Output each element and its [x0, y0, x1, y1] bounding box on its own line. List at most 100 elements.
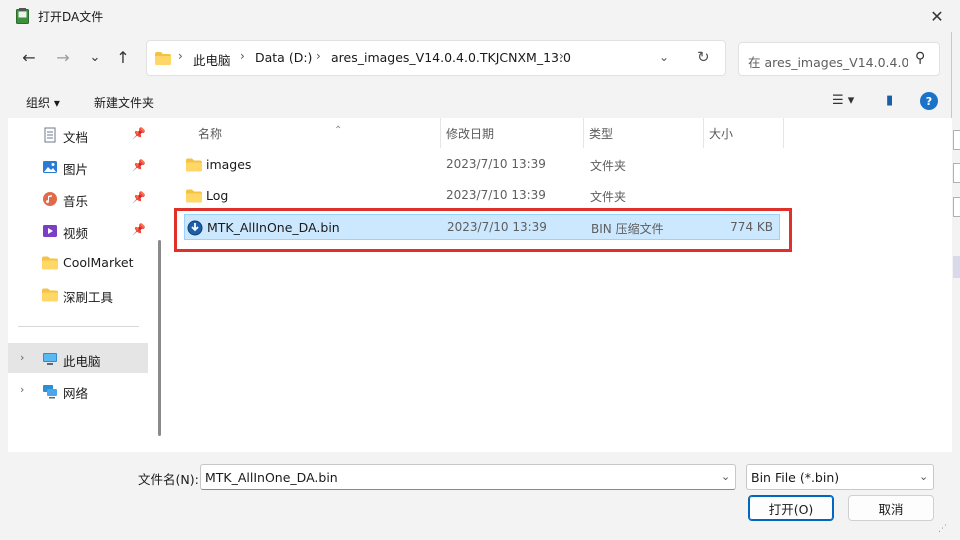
column-header-label: 大小	[709, 127, 734, 141]
app-icon	[16, 8, 29, 24]
file-type-filter[interactable]: Bin File (*.bin) ⌄	[746, 464, 934, 490]
pictures-icon	[43, 161, 57, 173]
resize-grip-icon[interactable]: ⋰	[938, 524, 947, 534]
open-button[interactable]: 打开(O)	[748, 495, 834, 521]
window-title: 打开DA文件	[38, 10, 104, 24]
navigation-scrollbar[interactable]	[156, 118, 164, 452]
filename-input[interactable]: MTK_AllInOne_DA.bin ⌄	[200, 464, 736, 490]
chevron-down-icon[interactable]: ⌄	[721, 470, 730, 483]
sidebar-item-label: 音乐	[63, 194, 89, 209]
network-icon	[43, 385, 57, 399]
chevron-right-icon[interactable]: ›	[20, 351, 24, 364]
file-date: 2023/7/10 13:39	[446, 188, 546, 202]
sidebar-item-label: 视频	[63, 226, 89, 241]
pin-icon: 📌	[132, 159, 146, 172]
column-header-type[interactable]: 类型	[583, 118, 703, 148]
file-type: 文件夹	[590, 190, 627, 204]
search-input[interactable]: 在 ares_images_V14.0.4.0... ⚲	[738, 42, 940, 76]
sidebar-item-network[interactable]: › 网络	[8, 375, 148, 405]
column-header-label: 名称	[198, 127, 223, 141]
document-icon	[44, 127, 56, 143]
sidebar-item-flash-tools[interactable]: 深刷工具	[8, 279, 148, 309]
sidebar-item-label: 深刷工具	[63, 290, 114, 305]
file-name: Log	[206, 188, 229, 203]
breadcrumb-separator: ›	[240, 49, 245, 63]
column-header-date[interactable]: 修改日期	[440, 118, 583, 148]
navigation-bar: ← → ⌄ ↑ › 此电脑 › Data (D:) › ares_images_…	[0, 36, 952, 80]
pin-icon: 📌	[132, 223, 146, 236]
background-field	[953, 256, 960, 278]
address-bar[interactable]: › 此电脑 › Data (D:) › ares_images_V14.0.4.…	[146, 40, 726, 76]
column-divider[interactable]	[783, 118, 784, 148]
sidebar-item-coolmarket[interactable]: CoolMarket	[8, 247, 148, 277]
sidebar-item-label: 图片	[63, 162, 89, 177]
preview-pane-icon[interactable]: ▮	[886, 93, 893, 108]
sidebar-item-label: 此电脑	[63, 354, 101, 369]
sidebar-item-label: 网络	[63, 386, 89, 401]
background-field	[953, 197, 960, 217]
folder-icon	[186, 189, 202, 203]
column-header-size[interactable]: 大小	[703, 118, 783, 148]
annotation-highlight-box	[174, 208, 792, 252]
folder-icon	[42, 256, 58, 270]
column-header-label: 类型	[589, 127, 614, 141]
breadcrumb-drive[interactable]: Data (D:)	[255, 50, 312, 65]
dialog-footer: 文件名(N): MTK_AllInOne_DA.bin ⌄ Bin File (…	[0, 452, 952, 540]
filename-value: MTK_AllInOne_DA.bin	[205, 470, 338, 485]
background-field	[953, 163, 960, 183]
new-folder-button[interactable]: 新建文件夹	[94, 94, 154, 111]
computer-icon	[43, 353, 57, 365]
filename-label: 文件名(N):	[138, 472, 199, 487]
organize-button[interactable]: 组织 ▾	[26, 94, 60, 111]
scrollbar-thumb[interactable]	[158, 240, 161, 436]
sidebar-divider	[18, 326, 139, 327]
view-options-icon[interactable]: ☰ ▾	[832, 93, 854, 108]
breadcrumb-separator: ›	[559, 49, 564, 63]
breadcrumb-this-pc[interactable]: 此电脑	[193, 50, 231, 69]
close-button[interactable]: ✕	[922, 2, 952, 30]
address-dropdown-icon[interactable]: ⌄	[659, 50, 669, 64]
breadcrumb-separator: ›	[316, 49, 321, 63]
sidebar-item-label: CoolMarket	[63, 255, 134, 270]
sidebar-item-label: 文档	[63, 130, 89, 145]
videos-icon	[43, 225, 57, 237]
sidebar-item-videos[interactable]: 视频 📌	[8, 215, 148, 245]
sidebar-item-music[interactable]: 音乐 📌	[8, 183, 148, 213]
help-icon[interactable]: ?	[920, 92, 938, 110]
command-bar: 组织 ▾ 新建文件夹 ☰ ▾ ▮ ?	[8, 88, 952, 118]
sidebar-item-pictures[interactable]: 图片 📌	[8, 151, 148, 181]
refresh-icon[interactable]: ↻	[697, 48, 710, 66]
navigation-pane: 文档 📌 图片 📌 音乐 📌 视频 📌 CoolMarket 深刷工具 › 此电…	[8, 118, 156, 452]
folder-icon	[186, 158, 202, 172]
music-icon	[43, 192, 57, 206]
background-field	[953, 130, 960, 150]
file-date: 2023/7/10 13:39	[446, 157, 546, 171]
sidebar-item-documents[interactable]: 文档 📌	[8, 119, 148, 149]
file-name: images	[206, 157, 252, 172]
folder-icon	[42, 288, 58, 302]
breadcrumb-current-folder[interactable]: ares_images_V14.0.4.0.TKJCNXM_13.0	[331, 50, 571, 65]
up-button[interactable]: ↑	[112, 46, 134, 68]
chevron-down-icon[interactable]: ⌄	[919, 470, 928, 483]
column-header-name[interactable]: ⌃ 名称	[184, 118, 440, 148]
file-list: ⌃ 名称 修改日期 类型 大小 images 2023/7/10 13:39 文…	[164, 118, 952, 452]
file-type-filter-value: Bin File (*.bin)	[751, 470, 840, 485]
recent-locations-button[interactable]: ⌄	[84, 46, 106, 68]
file-row-log[interactable]: Log 2023/7/10 13:39 文件夹	[184, 183, 780, 209]
cancel-button[interactable]: 取消	[848, 495, 934, 521]
file-row-images[interactable]: images 2023/7/10 13:39 文件夹	[184, 152, 780, 178]
sidebar-item-this-pc[interactable]: › 此电脑	[8, 343, 148, 373]
breadcrumb-separator: ›	[178, 49, 183, 63]
sort-ascending-icon: ⌃	[334, 125, 343, 136]
chevron-right-icon[interactable]: ›	[20, 383, 24, 396]
title-bar: 打开DA文件 ✕	[0, 0, 952, 32]
content-area: 文档 📌 图片 📌 音乐 📌 视频 📌 CoolMarket 深刷工具 › 此电…	[8, 118, 952, 452]
open-file-dialog: 打开DA文件 ✕ ← → ⌄ ↑ › 此电脑 › Data (D:) › are…	[0, 0, 952, 540]
search-icon[interactable]: ⚲	[915, 50, 925, 66]
pin-icon: 📌	[132, 191, 146, 204]
search-placeholder: 在 ares_images_V14.0.4.0...	[748, 55, 908, 70]
back-button[interactable]: ←	[18, 46, 40, 68]
pin-icon: 📌	[132, 127, 146, 140]
forward-button[interactable]: →	[52, 46, 74, 68]
column-header-label: 修改日期	[446, 127, 495, 141]
